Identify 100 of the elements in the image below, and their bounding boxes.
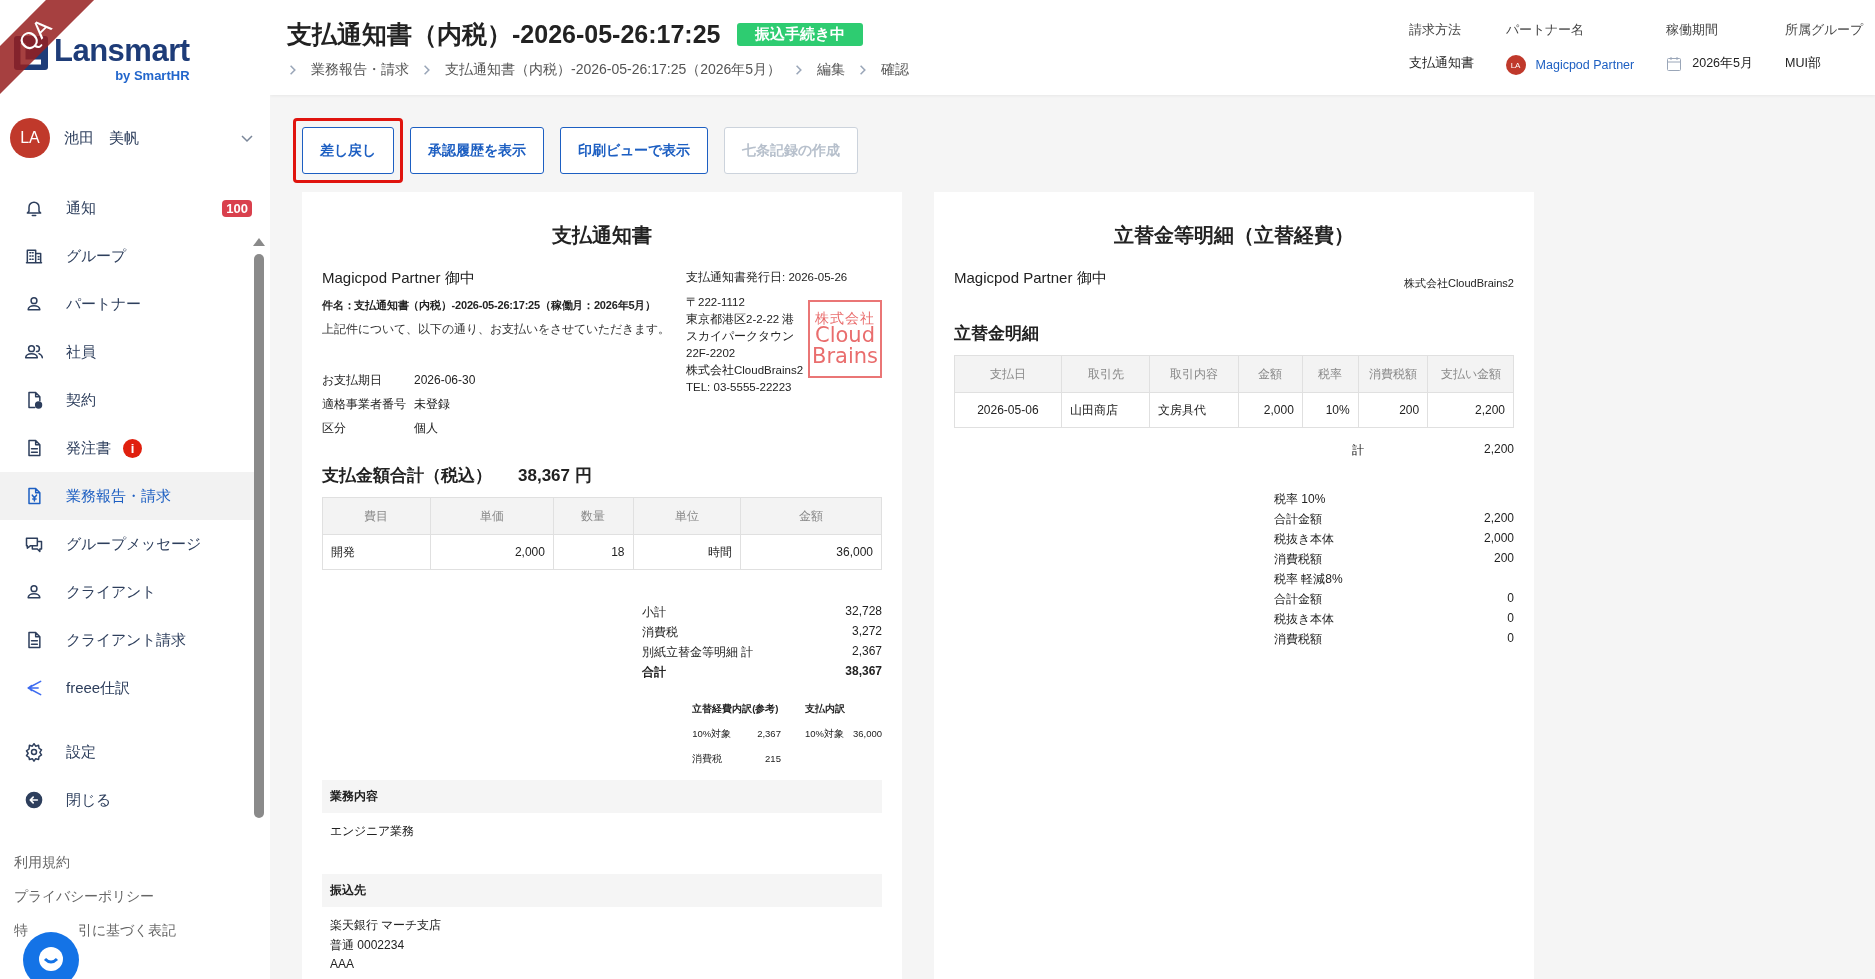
- back-icon: [24, 790, 44, 810]
- column-header: 費目: [322, 497, 431, 535]
- nav-item[interactable]: グループ: [0, 232, 254, 280]
- detail-label: お支払期日: [322, 372, 383, 388]
- tax-label: 合計金額: [1274, 591, 1323, 608]
- action-button[interactable]: 印刷ビューで表示: [560, 127, 708, 174]
- tax-value: 2,000: [1482, 531, 1514, 547]
- breakdown-label: 10%対象: [804, 728, 844, 741]
- tax-label: 合計金額: [1274, 511, 1323, 528]
- logo-name: Lansmart: [54, 34, 190, 68]
- breakdown-title: 立替経費内訳(参考): [692, 703, 780, 716]
- tax-value: 2,200: [1482, 511, 1514, 527]
- footer-link[interactable]: 引に基づく表記: [78, 922, 176, 940]
- company-seal: 株式会社 Cloud Brains: [808, 300, 882, 378]
- logo-byline: by SmartHR: [115, 68, 190, 83]
- breakdown-value: 215: [764, 753, 781, 766]
- breadcrumb-link[interactable]: 業務報告・請求: [311, 61, 409, 79]
- nav-item[interactable]: 業務報告・請求: [0, 472, 254, 520]
- table-cell: 18: [553, 534, 634, 570]
- table-cell: 2,000: [430, 534, 554, 570]
- nav-item[interactable]: 社員: [0, 328, 254, 376]
- partner-link[interactable]: Magicpod Partner: [1535, 58, 1635, 72]
- nav-item[interactable]: freee仕訳: [0, 664, 254, 712]
- column-header: 支払日: [954, 355, 1062, 393]
- tax-rate-heading: 税率 10%: [1274, 491, 1327, 508]
- summary-label: 合計: [642, 664, 667, 681]
- column-header: 金額: [740, 497, 882, 535]
- calendar-icon: [1666, 55, 1683, 72]
- summary-value: 38,367: [844, 664, 882, 680]
- column-header: 取引内容: [1149, 355, 1239, 393]
- column-header: 支払い金額: [1427, 355, 1514, 393]
- meta-label: 稼働期間: [1666, 22, 1720, 39]
- action-button[interactable]: 差し戻し: [302, 127, 394, 174]
- table-cell: 開発: [322, 534, 431, 570]
- section-text: 楽天銀行 マーチ支店: [330, 917, 443, 934]
- chat-icon: [24, 534, 44, 554]
- sender-line: 〒222-1112: [686, 295, 746, 310]
- user-name: 池田 美帆: [64, 128, 140, 148]
- table-cell: 時間: [633, 534, 741, 570]
- summary-label: 小計: [642, 604, 667, 621]
- breakdown-value: 36,000: [852, 728, 882, 741]
- action-button[interactable]: 承認履歴を表示: [410, 127, 544, 174]
- total-label: 計: [1351, 442, 1364, 459]
- table-cell: 36,000: [740, 534, 882, 570]
- section-text: 普通 0002234: [330, 937, 406, 954]
- nav-item[interactable]: 発注書 i: [0, 424, 254, 472]
- detail-label: 区分: [322, 420, 347, 436]
- column-header: 金額: [1238, 355, 1303, 393]
- detail-value: 2026-06-30: [414, 372, 477, 388]
- document-title: 支払通知書: [551, 223, 653, 248]
- nav-item[interactable]: グループメッセージ: [0, 520, 254, 568]
- section-heading: 振込先: [322, 874, 882, 907]
- table-cell: 2026-05-06: [954, 392, 1062, 428]
- footer-link[interactable]: 利用規約: [14, 854, 70, 872]
- tax-label: 税抜き本体: [1274, 531, 1335, 548]
- meta-value: 2026年5月: [1692, 55, 1753, 72]
- footer-link[interactable]: プライバシーポリシー: [14, 888, 154, 906]
- section-title: 立替金明細: [954, 323, 1040, 345]
- detail-value: 個人: [414, 420, 439, 436]
- table-cell: 山田商店: [1061, 392, 1150, 428]
- count-badge: 100: [222, 199, 252, 217]
- nav-item[interactable]: パートナー: [0, 280, 254, 328]
- section-heading: 業務内容: [322, 780, 882, 813]
- nav-item[interactable]: クライアント: [0, 568, 254, 616]
- table-cell: 2,000: [1238, 392, 1303, 428]
- meta-label: 所属グループ: [1785, 22, 1863, 39]
- page-title: 支払通知書（内税）-2026-05-26:17:25: [287, 19, 721, 50]
- total-label: 支払金額合計（税込）: [322, 465, 492, 487]
- breadcrumb-link[interactable]: 編集: [817, 61, 846, 79]
- footer-link[interactable]: 特: [14, 922, 28, 940]
- partner-avatar: LA: [1505, 55, 1526, 75]
- nav-item[interactable]: 契約: [0, 376, 254, 424]
- table-cell: 10%: [1302, 392, 1359, 428]
- tax-rate-heading: 税率 軽減8%: [1274, 571, 1344, 588]
- nav-item[interactable]: 設定: [0, 728, 254, 776]
- breadcrumb-link[interactable]: 支払通知書（内税）-2026-05-26:17:25（2026年5月）: [445, 61, 782, 79]
- company-name: 株式会社CloudBrains2: [1403, 276, 1514, 291]
- table-cell: 200: [1358, 392, 1428, 428]
- breakdown-title: 支払内訳: [804, 703, 846, 716]
- document-title: 立替金等明細（立替経費）: [1113, 223, 1355, 248]
- column-header: 数量: [553, 497, 634, 535]
- tax-value: 0: [1506, 611, 1514, 627]
- tax-label: 消費税額: [1274, 631, 1323, 648]
- subject: 件名：支払通知書（内税）-2026-05-26:17:25（稼働月：2026年5月）: [322, 298, 657, 313]
- alert-badge: i: [123, 438, 142, 458]
- breakdown-label: 10%対象: [692, 728, 732, 741]
- issue-date: 支払通知書発行日: 2026-05-26: [686, 270, 849, 285]
- user-avatar: LA: [10, 118, 50, 158]
- nav-item[interactable]: クライアント請求: [0, 616, 254, 664]
- summary-value: 2,367: [850, 644, 882, 660]
- meta-label: 請求方法: [1408, 22, 1462, 39]
- nav-item[interactable]: 閉じる: [0, 776, 254, 824]
- column-header: 単価: [430, 497, 554, 535]
- nav-item[interactable]: 通知 100: [0, 184, 254, 232]
- summary-value: 3,272: [850, 624, 882, 640]
- total-amount: 38,367 円: [518, 465, 592, 487]
- tax-label: 税抜き本体: [1274, 611, 1335, 628]
- detail-label: 適格事業者番号: [322, 396, 407, 412]
- breakdown-label: 消費税: [692, 753, 724, 766]
- table-cell: 文房具代: [1149, 392, 1239, 428]
